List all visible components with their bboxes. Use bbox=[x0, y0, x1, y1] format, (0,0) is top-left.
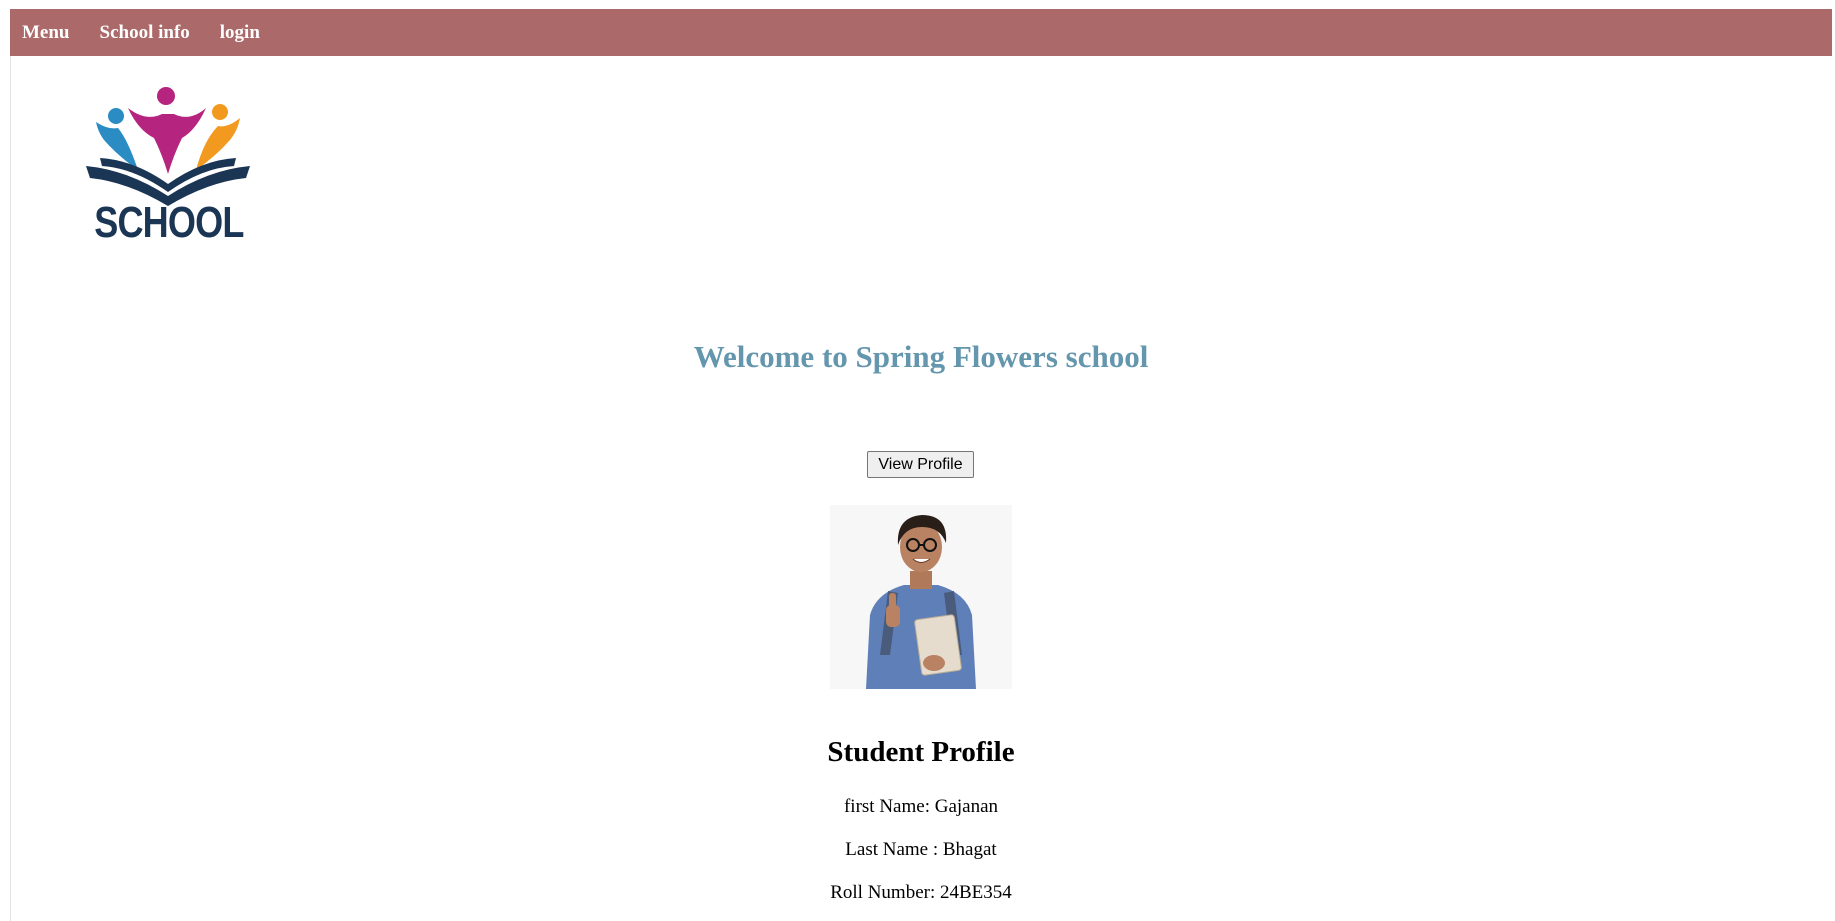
student-profile-title: Student Profile bbox=[827, 736, 1015, 768]
nav-item-login[interactable]: login bbox=[220, 22, 260, 44]
nav-item-menu[interactable]: Menu bbox=[22, 22, 70, 44]
top-navbar: Menu School info login bbox=[10, 9, 1832, 56]
welcome-heading: Welcome to Spring Flowers school bbox=[693, 339, 1149, 374]
nav-item-school-info[interactable]: School info bbox=[100, 22, 190, 44]
school-logo-text: SCHOOL bbox=[94, 198, 244, 247]
first-name-field: first Name: Gajanan bbox=[843, 796, 999, 817]
last-name-field: Last Name : Bhagat bbox=[845, 839, 997, 860]
roll-number-field: Roll Number: 24BE354 bbox=[830, 882, 1012, 903]
school-logo-graphic bbox=[86, 87, 250, 206]
school-logo: SCHOOL bbox=[78, 78, 258, 293]
container-left-border bbox=[10, 56, 11, 921]
student-photo-illustration bbox=[830, 505, 1012, 689]
student-photo bbox=[830, 505, 1012, 689]
page: Menu School info login SCHOOL Welcome to… bbox=[0, 0, 1835, 921]
view-profile-button[interactable]: View Profile bbox=[867, 451, 974, 478]
